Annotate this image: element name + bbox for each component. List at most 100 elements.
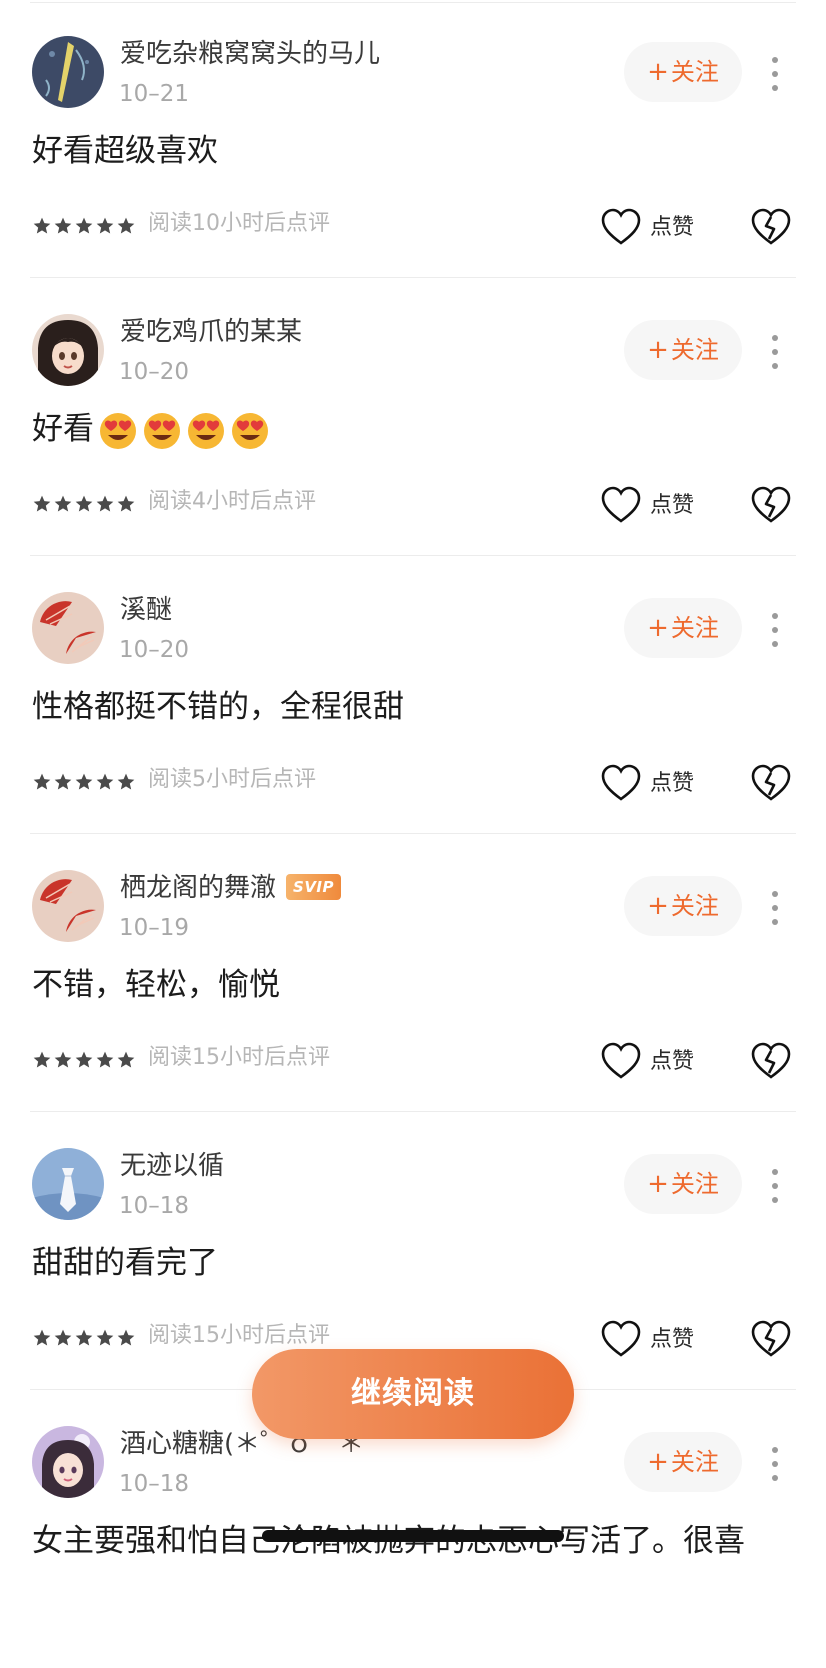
red-fan-avatar-icon [32,870,104,942]
follow-button[interactable]: +关注 [624,876,742,936]
plus-icon: + [647,891,669,921]
star-rating [32,212,137,240]
like-label[interactable]: 点赞 [650,764,694,804]
comment-text: 甜甜的看完了 [32,1245,218,1281]
more-options-icon[interactable] [764,332,786,372]
username[interactable]: 爱吃杂粮窝窝头的马儿 [120,36,380,72]
broken-heart-icon[interactable] [750,1319,792,1359]
more-options-icon[interactable] [764,1166,786,1206]
plus-icon: + [647,1447,669,1477]
like-label[interactable]: 点赞 [650,1320,694,1360]
rating-note: 阅读15小时后点评 [148,1045,330,1070]
star-icon [54,495,72,512]
more-options-icon[interactable] [764,888,786,928]
dark-blue-feather-avatar-icon [32,36,104,108]
star-rating [32,768,137,796]
heart-eyes-emoji-icon [188,412,224,449]
star-icon [33,1329,51,1346]
broken-heart-icon[interactable] [750,207,792,247]
avatar[interactable] [32,1426,104,1498]
comment-card: 爱吃鸡爪的某某 10–20 +关注 好看 阅读4小时后点评 点赞 [0,278,826,556]
continue-reading-button[interactable]: 继续阅读 [252,1349,574,1439]
redaction-strike [262,1530,564,1542]
heart-eyes-emoji-icon [232,412,268,449]
username[interactable]: 无迹以循 [120,1148,224,1184]
star-icon [96,1329,114,1346]
star-icon [75,1329,93,1346]
star-icon [33,217,51,234]
rating-note: 阅读5小时后点评 [148,767,316,792]
heart-icon[interactable] [600,207,642,247]
anime-girl-avatar-icon [32,314,104,386]
star-rating [32,1046,137,1074]
star-icon [75,773,93,790]
avatar[interactable] [32,1148,104,1220]
follow-label: 关注 [670,58,719,86]
star-icon [33,495,51,512]
comment-card: 爱吃杂粮窝窝头的马儿 10–21 +关注 好看超级喜欢 阅读10小时后点评 点赞 [0,0,826,278]
plus-icon: + [647,335,669,365]
like-label[interactable]: 点赞 [650,486,694,526]
more-options-icon[interactable] [764,54,786,94]
emoji-row [94,411,270,449]
follow-button[interactable]: +关注 [624,320,742,380]
heart-icon[interactable] [600,485,642,525]
star-icon [54,773,72,790]
anime-girl-cat-avatar-icon [32,1426,104,1498]
star-icon [117,1051,135,1068]
follow-label: 关注 [670,892,719,920]
follow-button[interactable]: +关注 [624,42,742,102]
avatar[interactable] [32,870,104,942]
follow-button[interactable]: +关注 [624,1432,742,1492]
comment-date: 10–21 [119,81,190,107]
heart-icon[interactable] [600,1319,642,1359]
username[interactable]: 栖龙阁的舞澈 SVIP [120,870,342,906]
follow-button[interactable]: +关注 [624,1154,742,1214]
plus-icon: + [647,57,669,87]
follow-label: 关注 [670,1170,719,1198]
broken-heart-icon[interactable] [750,485,792,525]
comment-date: 10–20 [119,637,190,663]
heart-eyes-emoji-icon [100,412,136,449]
comment-date: 10–18 [119,1193,190,1219]
comment-text: 不错，轻松，愉悦 [32,967,280,1003]
blue-tie-avatar-icon [32,1148,104,1220]
comment-date: 10–20 [119,359,190,385]
follow-button[interactable]: +关注 [624,598,742,658]
comment-text-value: 好看 [32,411,94,447]
comment-card: 栖龙阁的舞澈 SVIP 10–19 +关注 不错，轻松，愉悦 阅读15小时后点评 … [0,834,826,1112]
heart-icon[interactable] [600,763,642,803]
star-icon [54,1051,72,1068]
like-label[interactable]: 点赞 [650,208,694,248]
avatar[interactable] [32,36,104,108]
svip-badge: SVIP [286,873,342,900]
like-label[interactable]: 点赞 [650,1042,694,1082]
follow-label: 关注 [670,614,719,642]
username[interactable]: 爱吃鸡爪的某某 [120,314,302,350]
avatar[interactable] [32,314,104,386]
more-options-icon[interactable] [764,1444,786,1484]
comment-date: 10–19 [119,915,190,941]
plus-icon: + [647,1169,669,1199]
heart-eyes-emoji-icon [144,412,180,449]
red-fan-avatar-icon [32,592,104,664]
rating-note: 阅读4小时后点评 [148,489,316,514]
username[interactable]: 溪醚 [120,592,172,628]
star-icon [96,495,114,512]
more-options-icon[interactable] [764,610,786,650]
star-icon [117,495,135,512]
star-icon [96,773,114,790]
rating-note: 阅读10小时后点评 [148,211,330,236]
star-icon [54,1329,72,1346]
star-icon [96,217,114,234]
comment-text: 好看 [32,406,270,452]
username-text: 栖龙阁的舞澈 [120,873,277,903]
star-icon [75,217,93,234]
broken-heart-icon[interactable] [750,763,792,803]
avatar[interactable] [32,592,104,664]
heart-icon[interactable] [600,1041,642,1081]
star-icon [117,773,135,790]
star-icon [75,495,93,512]
broken-heart-icon[interactable] [750,1041,792,1081]
star-icon [33,1051,51,1068]
